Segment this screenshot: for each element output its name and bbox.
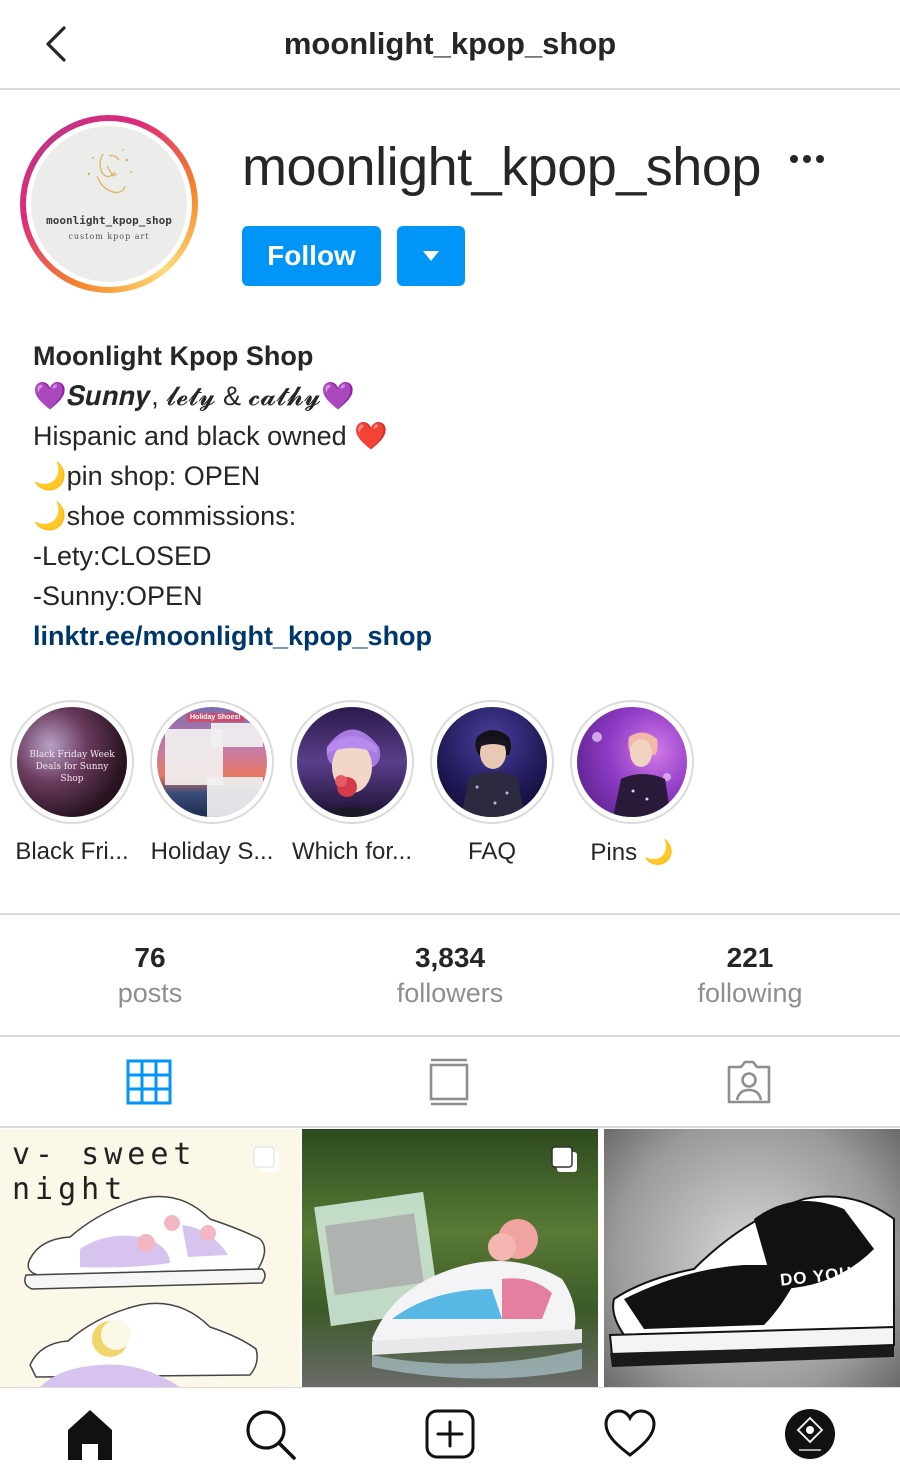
followers-count-value: 3,834 bbox=[414, 942, 486, 973]
nav-activity[interactable] bbox=[602, 1406, 658, 1462]
tagged-person-icon bbox=[727, 1060, 771, 1104]
nav-profile[interactable] bbox=[782, 1406, 838, 1462]
highlight-cover: Holiday Shoes! bbox=[157, 707, 267, 817]
tab-tagged[interactable] bbox=[600, 1040, 900, 1126]
person-photo-icon bbox=[592, 732, 671, 817]
highlight-item[interactable]: Holiday Shoes! Holiday S... bbox=[147, 700, 277, 866]
suggested-accounts-button[interactable] bbox=[397, 226, 465, 286]
following-count[interactable]: 221 following bbox=[600, 942, 900, 1009]
highlight-item[interactable]: Black Friday Week Deals for Sunny Shop B… bbox=[7, 700, 137, 866]
sneaker-illustration-icon bbox=[608, 1195, 895, 1367]
following-count-label: following bbox=[697, 978, 803, 1008]
search-icon bbox=[246, 1410, 296, 1460]
highlight-label: FAQ bbox=[467, 838, 516, 865]
profile-avatar-icon bbox=[785, 1409, 835, 1459]
tab-grid[interactable] bbox=[0, 1040, 300, 1126]
bio-line: 🌙shoe commissions: bbox=[33, 501, 297, 531]
highlight-cover-text: Black Friday Week Deals for Sunny Shop bbox=[29, 750, 115, 784]
highlight-cover bbox=[297, 707, 407, 817]
bio-line: 🌙pin shop: OPEN bbox=[33, 461, 261, 491]
post-thumbnail[interactable]: v- sweet night bbox=[0, 1129, 300, 1387]
plus-square-icon bbox=[425, 1409, 475, 1459]
divider bbox=[0, 1035, 900, 1037]
bio-line-names: 💜𝑺𝒖𝒏𝒏𝒚, 𝓵𝓮𝓽𝔂 & 𝓬𝓪𝓽𝓱𝔂💜 bbox=[33, 381, 355, 411]
page-title: moonlight_kpop_shop bbox=[283, 26, 617, 61]
following-count-value: 221 bbox=[726, 942, 774, 973]
nav-search[interactable] bbox=[242, 1406, 298, 1462]
multiple-photos-icon bbox=[551, 1146, 577, 1172]
bio: Moonlight Kpop Shop 💜𝑺𝒖𝒏𝒏𝒚, 𝓵𝓮𝓽𝔂 & 𝓬𝓪𝓽𝓱𝔂… bbox=[33, 338, 873, 658]
grid-icon bbox=[126, 1059, 172, 1105]
highlight-label: Which for... bbox=[291, 838, 413, 865]
more-options-button[interactable] bbox=[790, 150, 834, 174]
profile-username: moonlight_kpop_shop bbox=[242, 137, 761, 197]
posts-count-value: 76 bbox=[134, 942, 166, 973]
bio-line: -Sunny:OPEN bbox=[33, 581, 203, 611]
nav-home[interactable] bbox=[62, 1406, 118, 1462]
posts-count-label: posts bbox=[117, 978, 183, 1008]
highlight-item[interactable]: Which for... bbox=[287, 700, 417, 866]
bottom-navigation bbox=[0, 1387, 900, 1476]
highlight-cover-text: Holiday Shoes! bbox=[187, 713, 244, 722]
ellipsis-icon bbox=[790, 155, 798, 163]
hands-moon-logo-icon bbox=[87, 149, 132, 193]
caret-down-icon bbox=[423, 251, 439, 261]
heart-icon bbox=[604, 1409, 656, 1457]
feed-icon bbox=[429, 1058, 469, 1106]
highlight-label: Pins 🌙 bbox=[590, 839, 674, 866]
bio-link[interactable]: linktr.ee/moonlight_kpop_shop bbox=[33, 618, 873, 658]
post-thumbnail[interactable] bbox=[302, 1129, 598, 1387]
nav-new-post[interactable] bbox=[422, 1406, 478, 1462]
avatar-story-ring[interactable]: moonlight_kpop_shop custom kpop art bbox=[20, 115, 198, 293]
bio-line: -Lety:CLOSED bbox=[33, 541, 212, 571]
divider bbox=[0, 1126, 900, 1128]
person-photo-icon bbox=[461, 730, 525, 817]
tab-feed[interactable] bbox=[300, 1040, 600, 1126]
highlight-item[interactable]: Pins 🌙 bbox=[567, 700, 697, 867]
followers-count-label: followers bbox=[396, 978, 504, 1008]
divider bbox=[0, 913, 900, 915]
avatar: moonlight_kpop_shop custom kpop art bbox=[31, 126, 187, 282]
home-icon bbox=[68, 1410, 112, 1460]
post-thumbnail[interactable]: DO YOU bbox=[604, 1129, 900, 1387]
top-bar: moonlight_kpop_shop bbox=[0, 0, 900, 90]
multiple-photos-icon bbox=[253, 1146, 279, 1172]
follow-button[interactable]: Follow bbox=[242, 226, 381, 286]
avatar-subtext: custom kpop art bbox=[68, 232, 150, 241]
highlight-cover bbox=[577, 707, 687, 817]
followers-count[interactable]: 3,834 followers bbox=[300, 942, 600, 1009]
bio-full-name: Moonlight Kpop Shop bbox=[33, 341, 314, 371]
highlight-label: Black Fri... bbox=[15, 838, 129, 865]
story-highlights: Black Friday Week Deals for Sunny Shop B… bbox=[0, 700, 900, 880]
posts-count: 76 posts bbox=[0, 942, 300, 1009]
avatar-logo-text: moonlight_kpop_shop bbox=[46, 214, 172, 227]
highlight-cover bbox=[437, 707, 547, 817]
highlight-label: Holiday S... bbox=[150, 838, 274, 865]
bio-line: Hispanic and black owned ❤️ bbox=[33, 421, 388, 451]
highlight-item[interactable]: FAQ bbox=[427, 700, 557, 866]
highlight-cover: Black Friday Week Deals for Sunny Shop bbox=[17, 707, 127, 817]
person-photo-icon bbox=[317, 729, 387, 817]
